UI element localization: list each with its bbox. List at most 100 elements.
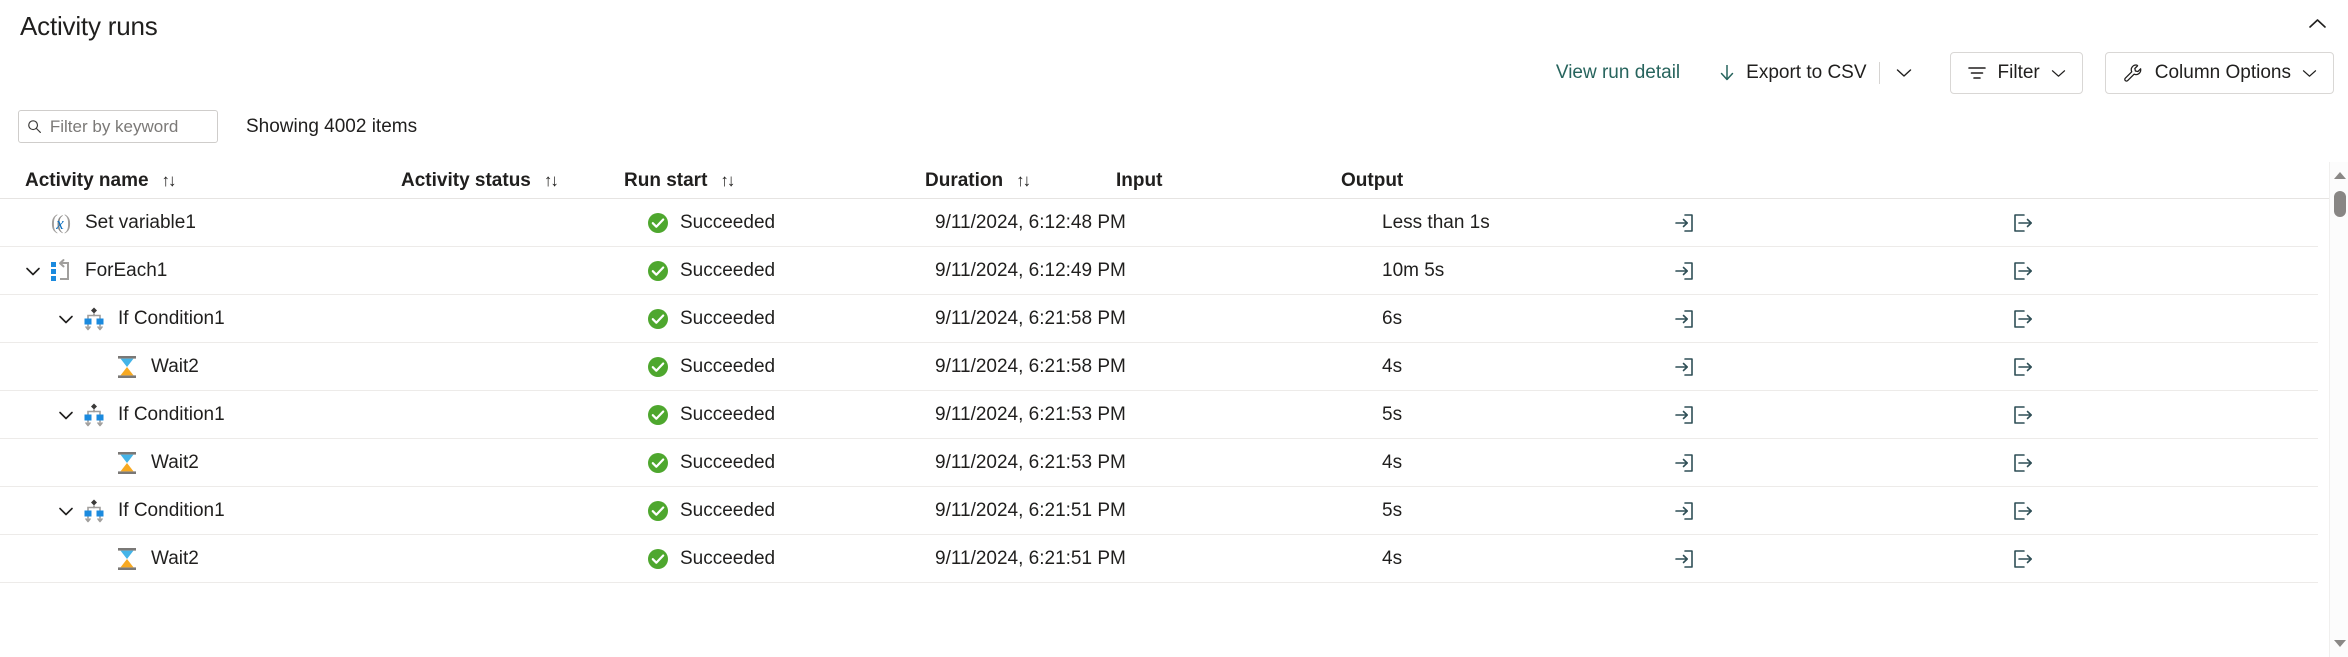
wait-hourglass-icon [114,354,140,380]
column-header-activity-status[interactable]: Activity status ↑↓ [401,162,557,199]
table-row[interactable]: Wait2Succeeded9/11/2024, 6:21:58 PM4s [0,343,2318,391]
cell-input [1672,295,1698,343]
if-condition-icon [81,402,107,428]
sign-in-arrow-icon [1674,308,1696,330]
table-row[interactable]: Wait2Succeeded9/11/2024, 6:21:51 PM4s [0,535,2318,583]
search-input[interactable] [50,117,209,137]
row-expander-placeholder [84,439,114,487]
view-input-button[interactable] [1672,498,1698,524]
view-output-button[interactable] [2010,210,2036,236]
chevron-down-icon [2051,69,2066,78]
search-icon [27,118,42,135]
view-output-button[interactable] [2010,450,2036,476]
success-check-icon [647,452,669,474]
column-header-duration[interactable]: Duration ↑↓ [925,162,1029,199]
column-header-label: Run start [624,170,707,192]
cell-duration: 6s [1382,295,1402,343]
page-title: Activity runs [20,11,158,42]
sign-in-arrow-icon [1674,452,1696,474]
cell-output [2010,391,2036,439]
sign-out-arrow-icon [2012,452,2034,474]
view-input-button[interactable] [1672,402,1698,428]
wait-hourglass-icon [114,450,140,476]
cell-run-start: 9/11/2024, 6:21:53 PM [935,391,1126,439]
status-label: Succeeded [680,452,775,474]
cell-duration: Less than 1s [1382,199,1490,247]
view-output-button[interactable] [2010,402,2036,428]
cell-activity-status: Succeeded [647,535,775,583]
row-expander-button[interactable] [51,391,81,439]
view-input-button[interactable] [1672,258,1698,284]
status-label: Succeeded [680,548,775,570]
set-variable-icon: (x() [48,210,74,236]
view-output-button[interactable] [2010,546,2036,572]
search-box[interactable] [18,110,218,143]
foreach-loop-icon [48,258,74,284]
if-condition-icon [81,306,107,332]
vertical-scrollbar[interactable] [2329,162,2348,657]
collapse-panel-button[interactable] [2300,8,2334,38]
view-run-detail-button[interactable]: View run detail [1548,58,1688,88]
table-row[interactable]: (x()Set variable1Succeeded9/11/2024, 6:1… [0,199,2318,247]
wait-hourglass-icon [114,546,140,572]
table-row[interactable]: If Condition1Succeeded9/11/2024, 6:21:53… [0,391,2318,439]
export-menu-caret-button[interactable] [1884,63,1924,83]
success-check-icon [647,548,669,570]
row-expander-button[interactable] [51,295,81,343]
export-to-csv-button[interactable]: Export to CSV [1710,57,1874,89]
activity-name-label: Wait2 [151,356,199,378]
scroll-down-button[interactable] [2330,634,2348,653]
table-row[interactable]: If Condition1Succeeded9/11/2024, 6:21:58… [0,295,2318,343]
cell-input [1672,487,1698,535]
view-input-button[interactable] [1672,450,1698,476]
table-row[interactable]: If Condition1Succeeded9/11/2024, 6:21:51… [0,487,2318,535]
sign-in-arrow-icon [1674,404,1696,426]
sort-updown-icon: ↑↓ [162,171,175,191]
cell-output [2010,295,2036,343]
cell-output [2010,487,2036,535]
column-header-run-start[interactable]: Run start ↑↓ [624,162,733,199]
sign-out-arrow-icon [2012,356,2034,378]
view-input-button[interactable] [1672,306,1698,332]
cell-output [2010,199,2036,247]
table-row[interactable]: Wait2Succeeded9/11/2024, 6:21:53 PM4s [0,439,2318,487]
filter-button[interactable]: Filter [1950,52,2083,94]
download-arrow-icon [1718,63,1736,83]
table-row[interactable]: ForEach1Succeeded9/11/2024, 6:12:49 PM10… [0,247,2318,295]
view-output-button[interactable] [2010,306,2036,332]
sign-out-arrow-icon [2012,404,2034,426]
chevron-down-icon [25,264,41,279]
column-header-activity-name[interactable]: Activity name ↑↓ [25,162,175,199]
column-options-button[interactable]: Column Options [2105,52,2334,94]
activity-name-label: If Condition1 [118,500,225,522]
scroll-up-button[interactable] [2330,166,2348,185]
filter-label: Filter [1998,62,2040,84]
scrollbar-thumb[interactable] [2334,191,2346,217]
cell-duration: 5s [1382,391,1402,439]
success-check-icon [647,308,669,330]
view-output-button[interactable] [2010,258,2036,284]
view-input-button[interactable] [1672,546,1698,572]
view-input-button[interactable] [1672,210,1698,236]
cell-activity-status: Succeeded [647,439,775,487]
table-body: (x()Set variable1Succeeded9/11/2024, 6:1… [0,199,2348,657]
row-expander-button[interactable] [18,247,48,295]
chevron-up-icon [2309,18,2326,29]
cell-activity-status: Succeeded [647,391,775,439]
cell-activity-name: If Condition1 [51,487,225,535]
activity-name-label: If Condition1 [118,308,225,330]
view-output-button[interactable] [2010,354,2036,380]
column-header-output: Output [1341,162,1403,199]
command-bar: View run detail Export to CSV [1548,52,2334,94]
activity-name-label: Wait2 [151,452,199,474]
cell-duration: 4s [1382,343,1402,391]
success-check-icon [647,452,669,474]
cell-run-start: 9/11/2024, 6:21:51 PM [935,535,1126,583]
status-label: Succeeded [680,260,775,282]
cell-activity-name: (x()Set variable1 [18,199,196,247]
cell-input [1672,391,1698,439]
view-output-button[interactable] [2010,498,2036,524]
row-expander-button[interactable] [51,487,81,535]
activity-runs-panel: Activity runs View run detail Export to … [0,0,2348,657]
view-input-button[interactable] [1672,354,1698,380]
